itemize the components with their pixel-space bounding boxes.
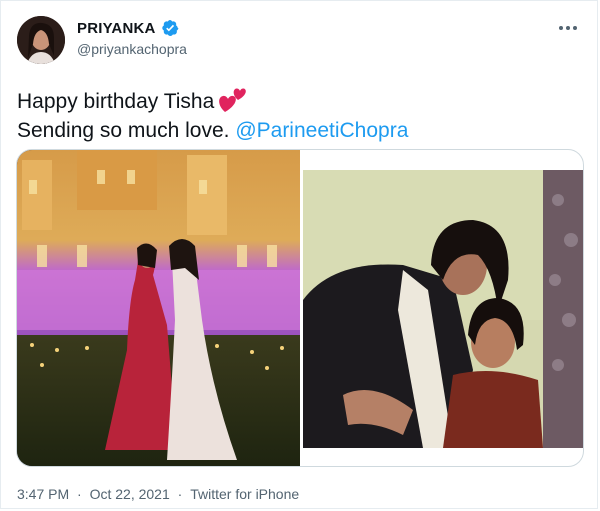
- photo-childhood[interactable]: [303, 170, 583, 448]
- tweet-card: PRIYANKA @priyankachopra Happy birthday …: [0, 0, 598, 509]
- separator-2: ·: [177, 486, 183, 502]
- footer-separator-2: ·: [174, 486, 186, 502]
- media-container: [16, 149, 584, 467]
- author-name-row: PRIYANKA: [77, 19, 179, 37]
- two-hearts-icon: [219, 88, 247, 112]
- author-display-name[interactable]: PRIYANKA: [77, 20, 156, 37]
- tweet-footer: 3:47 PM · Oct 22, 2021 · Twitter for iPh…: [17, 486, 299, 502]
- tweet-line-1-text: Happy birthday Tisha: [17, 90, 215, 113]
- author-handle[interactable]: @priyankachopra: [77, 41, 187, 57]
- photo-palace[interactable]: [17, 150, 300, 466]
- more-options-icon[interactable]: [557, 21, 579, 35]
- mention-link[interactable]: @ParineetiChopra: [235, 119, 408, 142]
- tweet-text: Happy birthday Tisha Sending so much lov…: [17, 85, 408, 145]
- tweet-line-1: Happy birthday Tisha: [17, 85, 408, 116]
- tweet-source-link[interactable]: Twitter for iPhone: [190, 486, 299, 502]
- verified-badge-icon: [161, 19, 178, 37]
- footer-separator: ·: [73, 486, 85, 502]
- author-avatar[interactable]: [17, 16, 65, 64]
- tweet-date[interactable]: Oct 22, 2021: [90, 486, 170, 502]
- avatar-image: [17, 16, 65, 64]
- tweet-line-2-text: Sending so much love.: [17, 119, 230, 142]
- tweet-time[interactable]: 3:47 PM: [17, 486, 69, 502]
- separator-1: ·: [77, 486, 82, 502]
- tweet-line-2: Sending so much love. @ParineetiChopra: [17, 116, 408, 145]
